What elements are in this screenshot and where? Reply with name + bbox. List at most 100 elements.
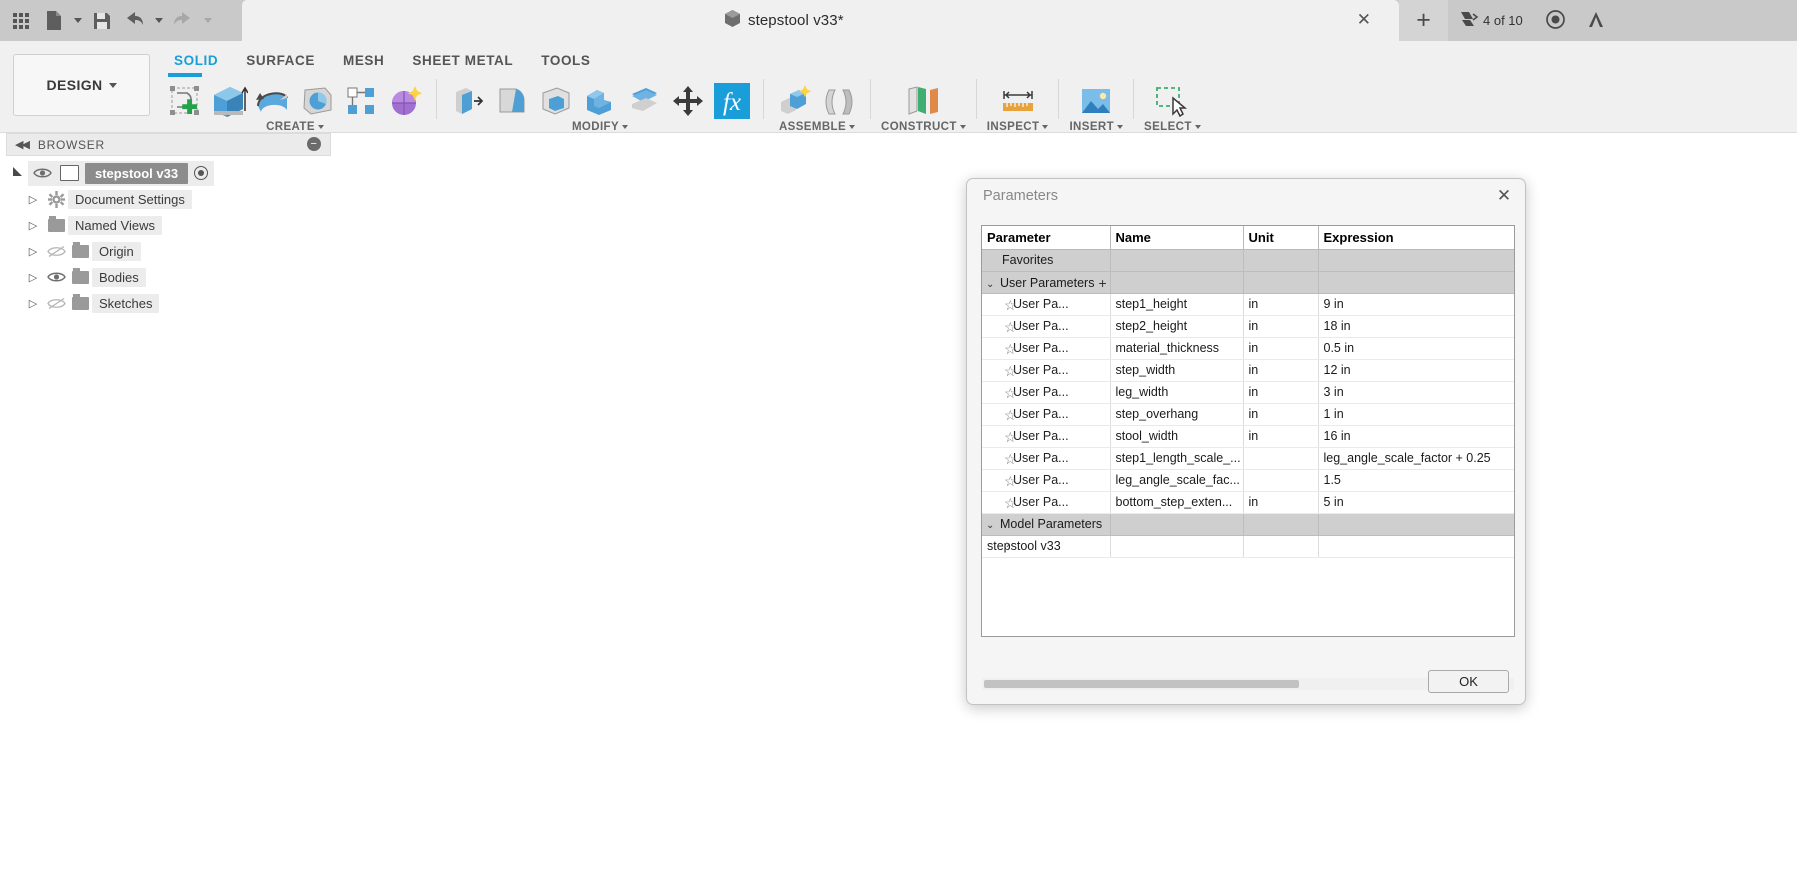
panel-select-label[interactable]: SELECT [1144, 121, 1201, 133]
name-cell[interactable]: step1_length_scale_... [1110, 447, 1244, 470]
name-cell[interactable]: bottom_step_exten... [1110, 491, 1244, 514]
expression-cell[interactable]: 1.5 [1318, 469, 1514, 492]
favorite-star-icon[interactable]: ☆ [1004, 363, 1017, 379]
radio-selected-icon[interactable] [194, 166, 209, 180]
parameter-cell[interactable]: ☆ User Pa... [982, 469, 1111, 492]
name-cell[interactable]: leg_width [1110, 381, 1244, 404]
name-cell[interactable]: material_thickness [1110, 337, 1244, 360]
name-cell[interactable]: stool_width [1110, 425, 1244, 448]
unit-cell[interactable]: in [1243, 315, 1319, 338]
revolve-icon[interactable] [252, 79, 294, 123]
parameter-cell[interactable]: ☆ User Pa... [982, 425, 1111, 448]
panel-create-label[interactable]: CREATE [266, 121, 324, 133]
unit-cell[interactable]: in [1243, 337, 1319, 360]
new-tab-button[interactable]: + [1399, 0, 1448, 41]
minus-circle-icon[interactable]: − [307, 137, 321, 151]
visibility-eye-icon[interactable] [44, 271, 68, 283]
unit-cell[interactable] [1243, 447, 1319, 470]
favorite-star-icon[interactable]: ☆ [1004, 407, 1017, 423]
expression-cell[interactable]: leg_angle_scale_factor + 0.25 [1318, 447, 1514, 470]
insert-image-icon[interactable] [1075, 79, 1117, 123]
panel-construct-label[interactable]: CONSTRUCT [881, 121, 966, 133]
parameter-cell[interactable]: ☆ User Pa... [982, 403, 1111, 426]
group-row-user-parameters[interactable]: ⌄ User Parameters + [982, 271, 1514, 294]
group-row-favorites[interactable]: Favorites [982, 249, 1514, 272]
document-tab[interactable]: stepstool v33* ✕ [242, 0, 1399, 41]
offset-plane-icon[interactable] [902, 79, 944, 123]
close-tab-icon[interactable]: ✕ [1357, 11, 1371, 29]
expander-root-icon[interactable] [6, 165, 28, 181]
undo-icon[interactable] [119, 4, 149, 38]
table-row[interactable]: ☆ User Pa... leg_angle_scale_fac... 1.5 [982, 469, 1514, 492]
workspace-selector[interactable]: DESIGN [13, 54, 150, 116]
tab-solid[interactable]: SOLID [160, 48, 232, 72]
favorite-star-icon[interactable]: ☆ [1004, 429, 1017, 445]
save-icon[interactable] [87, 4, 117, 38]
unit-cell[interactable]: in [1243, 359, 1319, 382]
table-row[interactable]: ☆ User Pa... step_overhang in 1 in [982, 403, 1514, 426]
panel-modify-label[interactable]: MODIFY [572, 121, 629, 133]
favorite-star-icon[interactable]: ☆ [1004, 297, 1017, 313]
sidebar-item-bodies[interactable]: ▷ Bodies [6, 266, 331, 288]
move-copy-icon[interactable] [667, 79, 709, 123]
parameter-cell[interactable]: ☆ User Pa... [982, 359, 1111, 382]
column-header-expression[interactable]: Expression [1318, 226, 1514, 250]
press-pull-icon[interactable] [447, 79, 489, 123]
tab-sheet-metal[interactable]: SHEET METAL [398, 48, 527, 72]
table-row[interactable]: › stepstool v33 [982, 535, 1514, 558]
parameter-cell[interactable]: ☆ User Pa... [982, 447, 1111, 470]
expander-icon[interactable]: ▷ [22, 193, 44, 206]
favorite-star-icon[interactable]: ☆ [1004, 341, 1017, 357]
redo-icon[interactable] [168, 4, 198, 38]
add-parameter-icon[interactable]: + [1098, 275, 1106, 291]
close-icon[interactable]: ✕ [1493, 186, 1515, 206]
expander-icon[interactable]: ▷ [22, 297, 44, 310]
unit-cell[interactable]: in [1243, 293, 1319, 316]
app-grid-icon[interactable] [6, 4, 36, 38]
extrude-icon[interactable] [208, 79, 250, 123]
create-form-icon[interactable] [384, 79, 426, 123]
unit-cell[interactable]: in [1243, 425, 1319, 448]
column-header-unit[interactable]: Unit [1243, 226, 1319, 250]
favorite-star-icon[interactable]: ☆ [1004, 473, 1017, 489]
model-component-cell[interactable]: › stepstool v33 [982, 535, 1111, 558]
name-cell[interactable]: step_overhang [1110, 403, 1244, 426]
redo-dropdown-caret-icon[interactable] [200, 4, 215, 38]
table-row[interactable]: ☆ User Pa... step2_height in 18 in [982, 315, 1514, 338]
tab-tools[interactable]: TOOLS [527, 48, 604, 72]
unit-cell[interactable]: in [1243, 403, 1319, 426]
table-row[interactable]: ☆ User Pa... material_thickness in 0.5 in [982, 337, 1514, 360]
expander-icon[interactable]: ▷ [22, 219, 44, 232]
table-row[interactable]: ☆ User Pa... bottom_step_exten... in 5 in [982, 491, 1514, 514]
table-row[interactable]: ☆ User Pa... step_width in 12 in [982, 359, 1514, 382]
expander-icon[interactable]: ▷ [22, 245, 44, 258]
chevron-right-icon[interactable]: › [1006, 539, 1010, 551]
chevron-down-icon[interactable]: ⌄ [986, 520, 1000, 531]
joint-icon[interactable] [818, 79, 860, 123]
history-button[interactable] [1534, 0, 1577, 41]
job-status[interactable]: 4 of 10 [1448, 0, 1534, 41]
parameter-cell[interactable]: ☆ User Pa... [982, 293, 1111, 316]
file-icon[interactable] [38, 4, 68, 38]
table-row[interactable]: ☆ User Pa... step1_height in 9 in [982, 293, 1514, 316]
expression-cell[interactable]: 1 in [1318, 403, 1514, 426]
chevron-down-icon[interactable]: ⌄ [986, 279, 1000, 290]
name-cell[interactable]: step1_height [1110, 293, 1244, 316]
panel-inspect-label[interactable]: INSPECT [987, 121, 1049, 133]
group-row-model-parameters[interactable]: ⌄ Model Parameters [982, 513, 1514, 536]
table-row[interactable]: ☆ User Pa... stool_width in 16 in [982, 425, 1514, 448]
new-component-icon[interactable] [774, 79, 816, 123]
file-dropdown-caret-icon[interactable] [70, 4, 85, 38]
expander-icon[interactable]: ▷ [22, 271, 44, 284]
expression-cell[interactable]: 16 in [1318, 425, 1514, 448]
sidebar-item-named-views[interactable]: ▷ Named Views [6, 214, 331, 236]
combine-icon[interactable] [579, 79, 621, 123]
double-arrow-left-icon[interactable]: ◀◀ [15, 138, 30, 151]
favorite-star-icon[interactable]: ☆ [1004, 495, 1017, 511]
expression-cell[interactable]: 5 in [1318, 491, 1514, 514]
tab-surface[interactable]: SURFACE [232, 48, 329, 72]
sidebar-item-document-settings[interactable]: ▷ Document Settings [6, 188, 331, 210]
sidebar-item-origin[interactable]: ▷ Origin [6, 240, 331, 262]
favorite-star-icon[interactable]: ☆ [1004, 451, 1017, 467]
account-button[interactable] [1577, 0, 1615, 41]
